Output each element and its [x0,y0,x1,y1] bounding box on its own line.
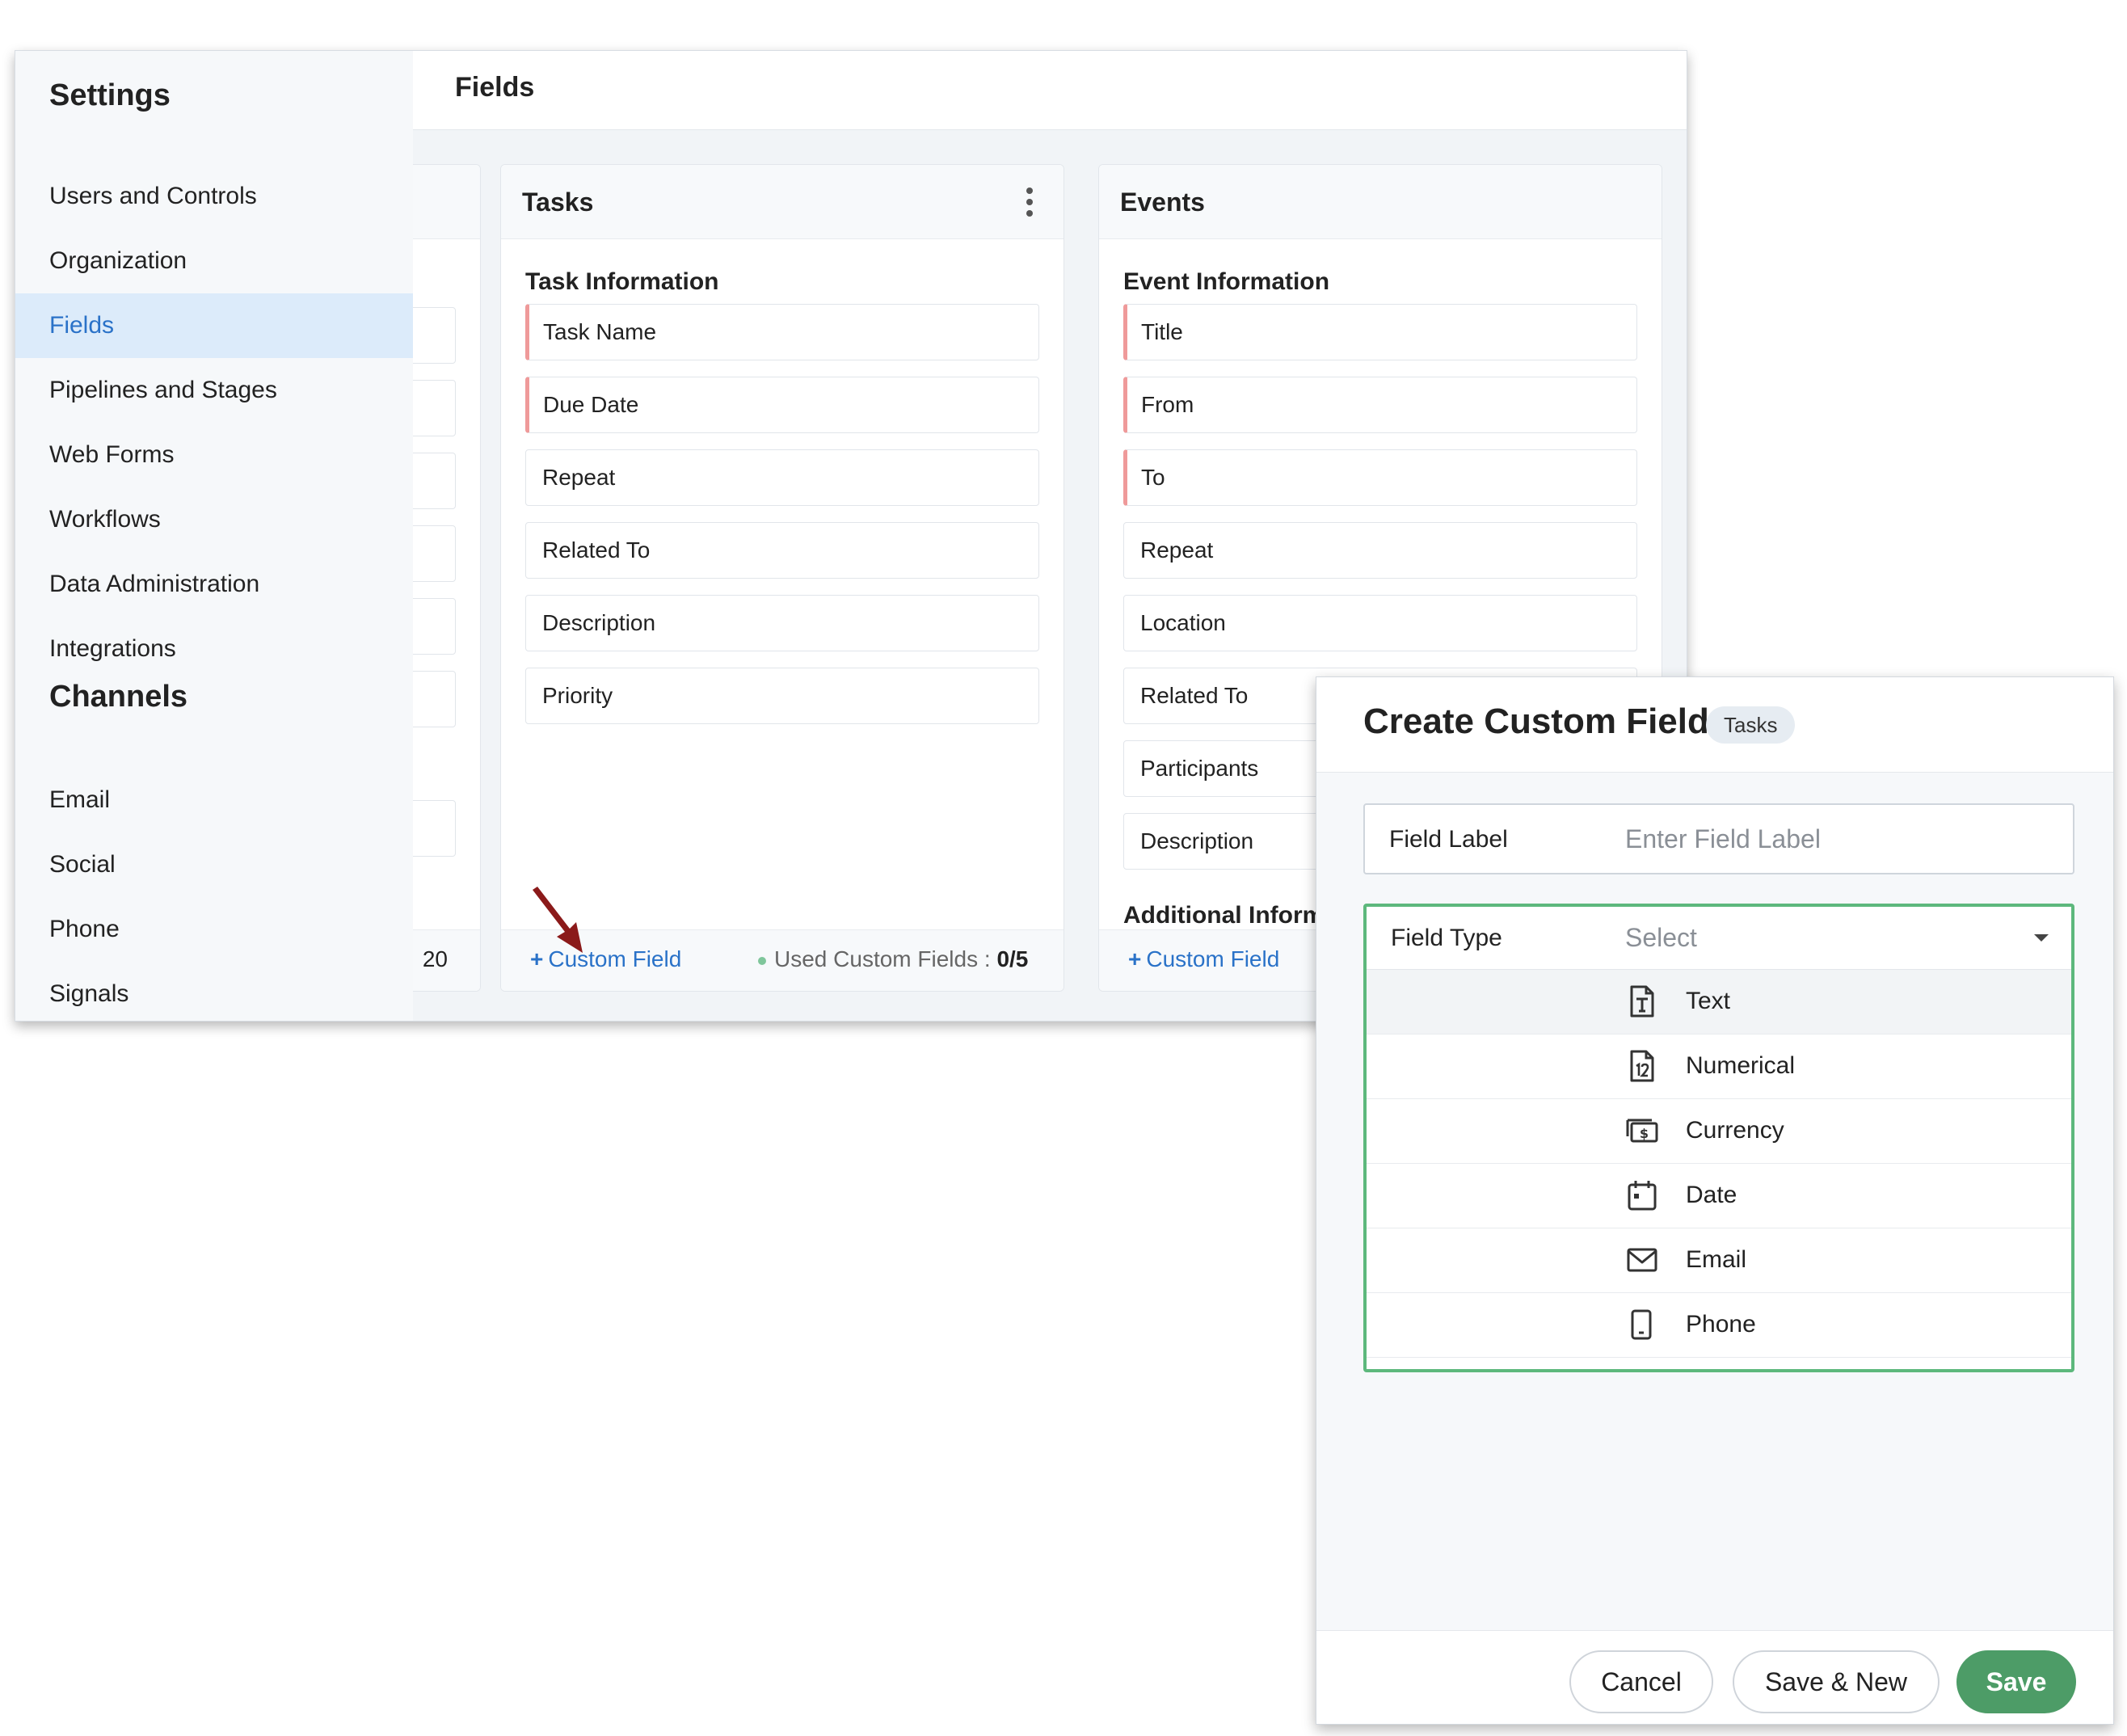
field-type-option-email[interactable]: Email [1367,1228,2071,1293]
settings-heading: Settings [49,78,171,112]
sidebar-item-integrations[interactable]: Integrations [15,617,413,681]
field-row-to[interactable]: To [1123,449,1637,506]
sidebar-item-fields[interactable]: Fields [15,293,413,358]
field-row-due-date[interactable]: Due Date [525,377,1039,433]
card-header: Tasks [501,165,1064,239]
sidebar-item-phone[interactable]: Phone [15,897,413,962]
calendar-icon [1628,1181,1657,1211]
channels-heading: Channels [49,680,188,714]
sidebar-item-data-administration[interactable]: Data Administration [15,552,413,617]
option-label: Date [1686,1182,1737,1208]
field-type-selected-value: Select [1625,923,1697,952]
text-field-icon [1630,985,1654,1018]
sidebar-item-workflows[interactable]: Workflows [15,487,413,552]
number-field-icon [1630,1050,1654,1082]
option-label: Text [1686,988,1731,1014]
svg-text:$: $ [1640,1126,1649,1141]
phone-icon [1631,1309,1652,1340]
sidebar-item-email[interactable]: Email [15,768,413,832]
save-and-new-button[interactable]: Save & New [1733,1650,1940,1713]
more-options-icon[interactable] [1025,186,1033,218]
option-label: Email [1686,1246,1747,1273]
sidebar-item-social[interactable]: Social [15,832,413,897]
page-title: Fields [455,72,535,103]
option-label: Numerical [1686,1052,1796,1079]
currency-icon: $ [1626,1119,1658,1143]
sidebar-item-web-forms[interactable]: Web Forms [15,423,413,487]
section-title-task-information: Task Information [525,268,719,295]
field-row-title[interactable]: Title [1123,304,1637,360]
sidebar-item-signals[interactable]: Signals [15,962,413,1021]
field-row-repeat[interactable]: Repeat [1123,522,1637,579]
card-title-tasks: Tasks [522,188,594,217]
section-title-additional-information: Additional Informa [1123,902,1337,929]
field-label-input[interactable] [1624,816,2044,862]
panel-footer: Cancel Save & New Save [1316,1630,2113,1724]
status-dot-icon [758,956,766,965]
field-type-option-phone[interactable]: Phone [1367,1293,2071,1358]
used-custom-fields-counter: Used Custom Fields : 0/5 [758,946,1028,972]
card-title-events: Events [1120,188,1205,217]
sidebar-item-users-and-controls[interactable]: Users and Controls [15,164,413,229]
sidebar-item-organization[interactable]: Organization [15,229,413,293]
save-button[interactable]: Save [1956,1650,2076,1713]
panel-title: Create Custom Field [1363,702,1709,741]
field-type-option-currency[interactable]: $ Currency [1367,1099,2071,1164]
field-label-group: Field Label [1363,803,2074,874]
settings-sidebar: Settings Users and Controls Organization… [15,51,413,1021]
cancel-button[interactable]: Cancel [1569,1650,1713,1713]
field-row-related-to[interactable]: Related To [525,522,1039,579]
field-type-option-text[interactable]: Text [1367,970,2071,1034]
field-row-priority[interactable]: Priority [525,668,1039,724]
main-header: Fields [413,51,1687,130]
module-badge: Tasks [1706,706,1796,744]
envelope-icon [1627,1248,1657,1272]
field-type-select[interactable]: Field Type Select [1367,907,2071,970]
field-type-group: Field Type Select Text Numerical $ Curre… [1363,904,2074,1372]
field-row-description[interactable]: Description [525,595,1039,651]
field-row-from[interactable]: From [1123,377,1637,433]
chevron-down-icon[interactable] [2034,934,2049,942]
sidebar-item-pipelines-and-stages[interactable]: Pipelines and Stages [15,358,413,423]
option-label: Currency [1686,1117,1784,1144]
card-header: Events [1099,165,1662,239]
create-custom-field-panel: Create Custom Field Tasks Field Label Fi… [1316,676,2114,1725]
field-type-option-date[interactable]: Date [1367,1164,2071,1228]
plus-icon: + [1128,946,1142,971]
pointer-arrow-icon [533,887,583,953]
option-label: Phone [1686,1311,1756,1338]
used-custom-fields-label: Used Custom Fields [774,946,979,971]
used-custom-fields-value: 0/5 [996,946,1029,971]
panel-header: Create Custom Field Tasks [1316,677,2113,773]
section-title-event-information: Event Information [1123,268,1330,295]
used-custom-fields-fragment: 20 [422,946,448,971]
field-type-option-numerical[interactable]: Numerical [1367,1034,2071,1099]
add-custom-field-label: Custom Field [1146,946,1280,971]
field-row-location[interactable]: Location [1123,595,1637,651]
field-label-caption: Field Label [1389,826,1508,853]
field-row-repeat[interactable]: Repeat [525,449,1039,506]
field-type-caption: Field Type [1391,925,1502,951]
tasks-card: Tasks Task Information Task Name Due Dat… [500,164,1064,992]
add-custom-field-link[interactable]: + Custom Field [1128,946,1279,972]
field-row-task-name[interactable]: Task Name [525,304,1039,360]
